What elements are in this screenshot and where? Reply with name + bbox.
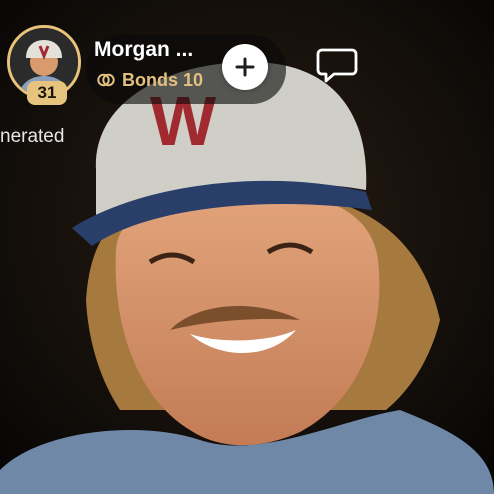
profile-name[interactable]: Morgan ... (94, 38, 193, 62)
chat-icon[interactable] (316, 46, 358, 86)
bonds-row[interactable]: Bonds 10 (96, 68, 203, 92)
bonds-count: Bonds 10 (122, 69, 204, 90)
generated-caption: nerated (0, 126, 65, 147)
bonds-icon (97, 73, 115, 87)
add-button[interactable] (222, 44, 268, 90)
plus-icon (235, 57, 255, 77)
level-badge: 31 (27, 81, 67, 105)
